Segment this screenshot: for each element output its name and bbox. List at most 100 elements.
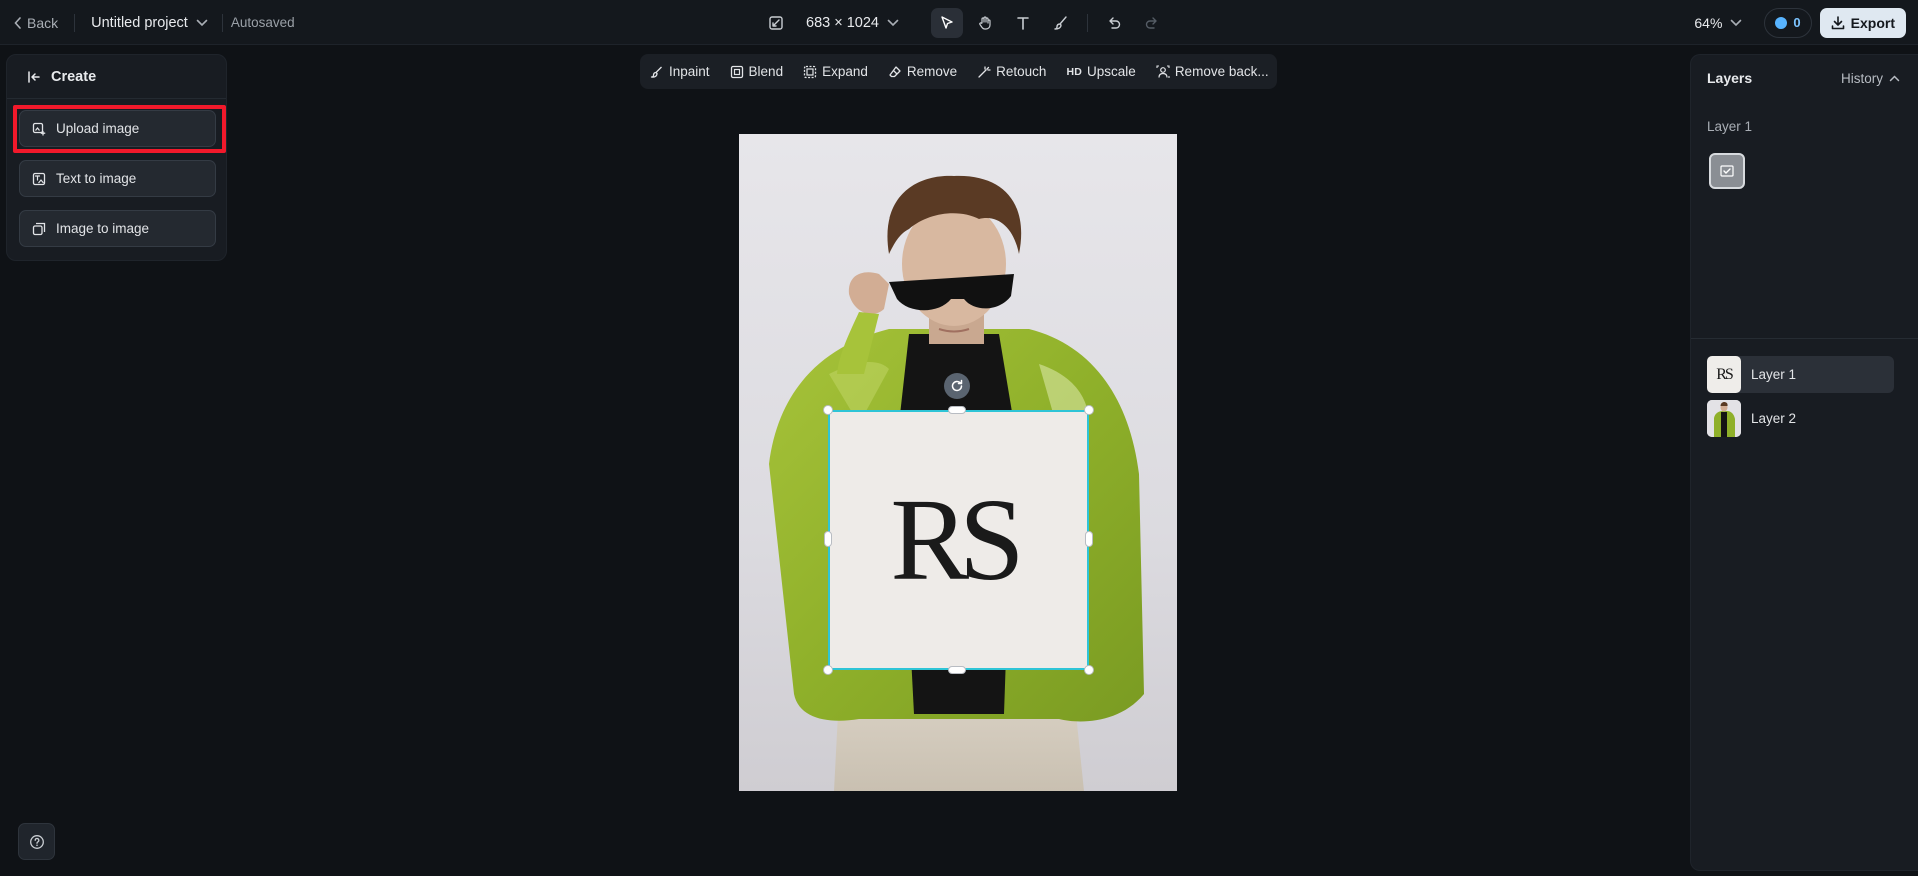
project-name-dropdown[interactable]: Untitled project [91, 15, 208, 31]
create-panel-title: Create [51, 68, 97, 85]
back-label: Back [27, 14, 59, 31]
resize-handle-bottom-right[interactable] [1084, 665, 1094, 675]
redo-button[interactable] [1136, 8, 1168, 38]
brush-icon [1053, 15, 1069, 31]
history-label: History [1840, 70, 1883, 86]
text-to-image-label: Text to image [56, 171, 137, 186]
collapse-panel-icon [27, 70, 41, 84]
layers-panel: Layers History Layer 1 RS Layer 1 Layer … [1690, 54, 1918, 871]
select-tool-button[interactable] [930, 7, 963, 38]
expand-label: Expand [822, 64, 868, 79]
image-check-icon [1719, 163, 1735, 179]
credits-count: 0 [1793, 15, 1801, 30]
text-to-image-button[interactable]: Text to image [19, 160, 216, 197]
hand-icon [977, 15, 993, 31]
image-to-image-label: Image to image [56, 221, 150, 236]
text-icon [1015, 15, 1031, 31]
credits-badge[interactable]: 0 [1764, 7, 1812, 38]
remove-label: Remove [906, 64, 958, 79]
image-actions-toolbar: Inpaint Blend Expand Remove Retouch HD U… [640, 54, 1277, 89]
layer-row-layer-1[interactable]: RS Layer 1 [1707, 356, 1894, 393]
divider [1691, 338, 1918, 339]
top-bar: Back Untitled project Autosaved 683 × 10… [0, 0, 1918, 45]
undo-button[interactable] [1098, 8, 1130, 38]
autosaved-status: Autosaved [230, 15, 295, 30]
chevron-up-icon [1889, 74, 1900, 82]
inpaint-icon [650, 65, 664, 79]
eraser-icon [888, 65, 902, 79]
resize-handle-right[interactable] [1085, 531, 1093, 547]
selected-layer-name: Layer 1 [1707, 119, 1753, 134]
hand-tool-button[interactable] [969, 8, 1001, 38]
blend-icon [730, 65, 744, 79]
layer-2-name: Layer 2 [1751, 411, 1797, 426]
text-to-image-icon [32, 172, 46, 186]
inpaint-button[interactable]: Inpaint [650, 64, 710, 79]
layer-1-thumb-text: RS [1716, 365, 1734, 383]
retouch-button[interactable]: Retouch [977, 64, 1046, 79]
remove-button[interactable]: Remove [888, 64, 957, 79]
inpaint-label: Inpaint [669, 64, 710, 79]
divider [1086, 13, 1088, 32]
retouch-label: Retouch [996, 64, 1047, 79]
export-button[interactable]: Export [1819, 7, 1906, 38]
resize-handle-bottom[interactable] [948, 666, 966, 674]
rs-logo-text: RS [890, 474, 1024, 605]
canvas-size-label: 683 × 1024 [806, 14, 879, 31]
create-panel-header[interactable]: Create [7, 55, 226, 99]
brush-tool-button[interactable] [1045, 8, 1077, 38]
expand-icon [803, 65, 817, 79]
export-label: Export [1850, 14, 1895, 31]
undo-icon [1106, 15, 1122, 31]
image-to-image-button[interactable]: Image to image [19, 210, 216, 247]
project-name: Untitled project [91, 14, 188, 31]
person-thumbnail-icon [1707, 400, 1741, 437]
upload-image-icon [32, 122, 46, 136]
upscale-label: Upscale [1087, 64, 1136, 79]
chevron-down-icon [1730, 19, 1742, 27]
resize-handle-top-right[interactable] [1084, 405, 1094, 415]
chevron-down-icon [196, 19, 208, 27]
layer-row-layer-2[interactable]: Layer 2 [1707, 400, 1894, 437]
top-bar-right: 64% 0 Export [1694, 0, 1906, 45]
zoom-level: 64% [1694, 14, 1723, 31]
chevron-down-icon [887, 19, 899, 27]
upload-image-label: Upload image [56, 121, 140, 136]
history-toggle[interactable]: History [1841, 71, 1900, 86]
resize-handle-top-left[interactable] [823, 405, 833, 415]
layer-1-thumbnail: RS [1707, 356, 1741, 393]
upload-image-button[interactable]: Upload image [19, 110, 216, 147]
resize-handle-left[interactable] [824, 531, 832, 547]
top-bar-center: 683 × 1024 [768, 0, 1168, 45]
text-tool-button[interactable] [1007, 8, 1039, 38]
expand-button[interactable]: Expand [803, 64, 868, 79]
back-button[interactable]: Back [14, 15, 58, 31]
resize-icon [768, 15, 784, 31]
layer-property-thumbnail[interactable] [1709, 153, 1745, 189]
magic-wand-icon [977, 65, 991, 79]
help-icon [29, 834, 45, 850]
remove-background-button[interactable]: Remove back... [1156, 64, 1269, 79]
download-icon [1831, 15, 1845, 30]
layer-1-name: Layer 1 [1751, 367, 1797, 382]
zoom-dropdown[interactable]: 64% [1694, 15, 1742, 31]
upscale-button[interactable]: HD Upscale [1066, 64, 1135, 79]
remove-background-icon [1156, 64, 1170, 79]
image-to-image-icon [32, 222, 46, 236]
blend-button[interactable]: Blend [730, 64, 783, 79]
layers-title: Layers [1707, 70, 1753, 86]
canvas-tools [930, 7, 1168, 38]
pointer-icon [939, 15, 955, 31]
credit-coin-icon [1775, 16, 1788, 29]
divider [221, 13, 223, 32]
hd-icon: HD [1066, 65, 1083, 78]
canvas-size-dropdown[interactable]: 683 × 1024 [768, 15, 899, 31]
redo-icon [1144, 15, 1160, 31]
rotate-handle[interactable] [944, 373, 970, 399]
logo-layer-selected[interactable]: RS [828, 410, 1089, 670]
resize-handle-top[interactable] [948, 406, 966, 414]
resize-handle-bottom-left[interactable] [823, 665, 833, 675]
top-bar-left: Back Untitled project Autosaved [14, 0, 295, 45]
divider [74, 13, 76, 32]
help-button[interactable] [18, 823, 55, 860]
